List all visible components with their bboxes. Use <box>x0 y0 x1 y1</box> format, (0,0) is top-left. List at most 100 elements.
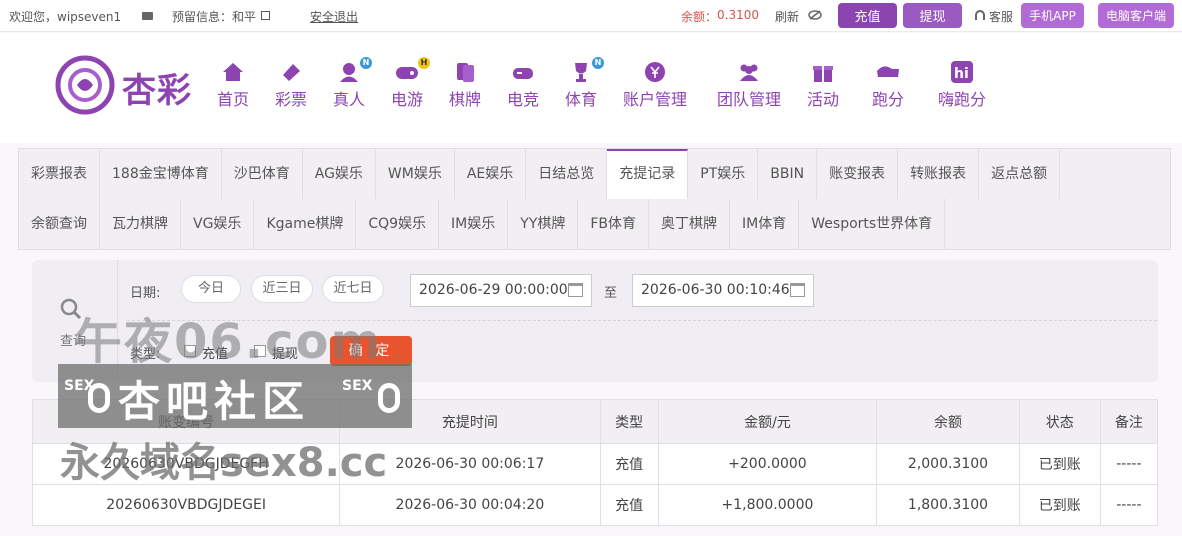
col-header: 类型 <box>599 399 659 444</box>
envelope-icon[interactable] <box>142 12 153 20</box>
tab-deposit-withdraw[interactable]: 充提记录 <box>607 149 689 199</box>
service-link[interactable]: 客服 <box>989 8 1013 25</box>
watermark-line2: 杏吧社区 <box>118 377 311 426</box>
eye-slash-icon[interactable] <box>808 10 822 20</box>
tab-yy[interactable]: YY棋牌 <box>508 199 579 249</box>
today-button[interactable]: 今日 <box>181 275 241 303</box>
tab-rebate-total[interactable]: 返点总额 <box>979 149 1061 199</box>
tab-row-2: 余额查询 瓦力棋牌 VG娱乐 Kgame棋牌 CQ9娱乐 IM娱乐 YY棋牌 F… <box>19 199 946 249</box>
nav-label: 团队管理 <box>716 90 781 109</box>
cell-type: 充值 <box>599 443 659 485</box>
tab-188bet[interactable]: 188金宝博体育 <box>100 149 222 199</box>
watermark-line1: 午夜06.com <box>74 314 383 370</box>
date-label: 日期: <box>130 286 161 301</box>
badge-new: N <box>592 57 604 69</box>
cell-time: 2026-06-30 00:04:20 <box>339 484 601 526</box>
tab-ag[interactable]: AG娱乐 <box>302 149 376 199</box>
watermark-ring-left <box>88 383 110 413</box>
nav-promo[interactable]: 活动 <box>788 61 858 110</box>
tab-wesports[interactable]: Wesports世界体育 <box>799 199 946 249</box>
nav-team[interactable]: 团队管理 <box>714 61 784 110</box>
cell-amount: +1,800.0000 <box>657 484 878 526</box>
home-icon <box>223 63 243 81</box>
nav-label: 账户管理 <box>622 90 687 109</box>
cell-type: 充值 <box>599 484 659 526</box>
pc-client-button[interactable]: 电脑客户端 <box>1098 3 1174 28</box>
end-date-input[interactable]: 2026-06-30 00:10:46 <box>632 274 814 307</box>
to-label: 至 <box>604 286 618 301</box>
last-7-days-button[interactable]: 近七日 <box>322 275 384 303</box>
logout-link[interactable]: 安全退出 <box>310 8 358 25</box>
tab-balance-query[interactable]: 余额查询 <box>19 199 100 249</box>
controller-icon <box>513 68 533 79</box>
tab-ae[interactable]: AE娱乐 <box>454 149 527 199</box>
gift-icon <box>813 66 833 82</box>
nav-run[interactable]: 跑分 <box>853 61 923 110</box>
withdraw-button[interactable]: 提现 <box>903 3 962 28</box>
balance-label: 余额： <box>681 10 718 24</box>
yen-icon <box>645 62 665 82</box>
tab-lottery-report[interactable]: 彩票报表 <box>19 149 100 199</box>
calendar-icon[interactable] <box>568 283 583 297</box>
cell-balance: 2,000.3100 <box>876 443 1020 485</box>
col-header: 备注 <box>1099 399 1159 444</box>
deposit-button[interactable]: 充值 <box>838 3 897 28</box>
cell-status: 已到账 <box>1018 484 1101 526</box>
refresh-link[interactable]: 刷新 <box>775 8 799 25</box>
cell-amount: +200.0000 <box>657 443 878 485</box>
gamepad-icon <box>396 67 418 79</box>
svg-text:hi: hi <box>954 66 969 82</box>
start-date-value: 2026-06-29 00:00:00 <box>419 282 568 298</box>
tab-im-ent[interactable]: IM娱乐 <box>439 199 509 249</box>
tab-saba[interactable]: 沙巴体育 <box>221 149 303 199</box>
tab-pt[interactable]: PT娱乐 <box>688 149 759 199</box>
tab-vg[interactable]: VG娱乐 <box>181 199 255 249</box>
nav-account[interactable]: 账户管理 <box>620 61 690 110</box>
hi-icon: hi <box>951 61 973 83</box>
logo-text[interactable]: 杏彩 <box>122 63 192 112</box>
watermark-line3: 永久域名sex8.cc <box>60 440 388 486</box>
top-bar: 欢迎您，wipseven1 预留信息：和平 安全退出 余额： 0.3100 刷新… <box>0 0 1182 32</box>
headset-icon[interactable] <box>975 10 985 20</box>
tab-row-1: 彩票报表 188金宝博体育 沙巴体育 AG娱乐 WM娱乐 AE娱乐 日结总览 充… <box>19 149 1061 199</box>
tab-kgame[interactable]: Kgame棋牌 <box>254 199 357 249</box>
col-header: 状态 <box>1018 399 1101 444</box>
header: 杏彩 首页 彩票 N 真人 H 电游 棋牌 电竞 N 体育 账户管理 团队管理 <box>0 33 1182 143</box>
tab-wali[interactable]: 瓦力棋牌 <box>100 199 181 249</box>
tab-wm[interactable]: WM娱乐 <box>375 149 455 199</box>
cell-remark: ----- <box>1099 484 1159 526</box>
dealer-icon <box>340 63 358 82</box>
ticket-icon <box>283 64 300 81</box>
calendar-icon[interactable] <box>790 283 805 297</box>
tab-cq9[interactable]: CQ9娱乐 <box>356 199 440 249</box>
cell-status: 已到账 <box>1018 443 1101 485</box>
watermark-sex-right: SEX <box>342 378 373 394</box>
tab-transfer-report[interactable]: 转账报表 <box>898 149 980 199</box>
welcome-text: 欢迎您，wipseven1 <box>9 10 122 24</box>
nav-label: 嗨跑分 <box>937 90 986 109</box>
last-3-days-button[interactable]: 近三日 <box>251 275 313 303</box>
tab-daily-summary[interactable]: 日结总览 <box>526 149 608 199</box>
team-icon <box>740 64 758 81</box>
col-header: 余额 <box>876 399 1020 444</box>
runner-icon <box>877 66 899 77</box>
table-row: 20260630VBDGJDEGEI 2026-06-30 00:04:20 充… <box>31 484 1159 526</box>
nav-hi-run[interactable]: hi 嗨跑分 <box>927 61 997 110</box>
start-date-input[interactable]: 2026-06-29 00:00:00 <box>410 274 592 307</box>
watermark-ring-right <box>378 383 400 413</box>
tab-odin[interactable]: 奥丁棋牌 <box>649 199 731 249</box>
cell-remark: ----- <box>1099 443 1159 485</box>
tab-account-change[interactable]: 账变报表 <box>817 149 899 199</box>
nav-sports[interactable]: N 体育 <box>546 57 616 110</box>
edit-icon[interactable] <box>261 11 270 20</box>
nav-label: 跑分 <box>871 90 904 109</box>
nav-label: 活动 <box>806 90 839 109</box>
nav-label: 体育 <box>564 90 597 109</box>
tab-im-sports[interactable]: IM体育 <box>730 199 800 249</box>
mobile-app-button[interactable]: 手机APP <box>1021 3 1084 28</box>
tab-bbin[interactable]: BBIN <box>758 149 818 199</box>
logo-icon[interactable] <box>55 55 115 115</box>
tab-fb-sports[interactable]: FB体育 <box>578 199 650 249</box>
cell-balance: 1,800.3100 <box>876 484 1020 526</box>
end-date-value: 2026-06-30 00:10:46 <box>641 282 790 298</box>
